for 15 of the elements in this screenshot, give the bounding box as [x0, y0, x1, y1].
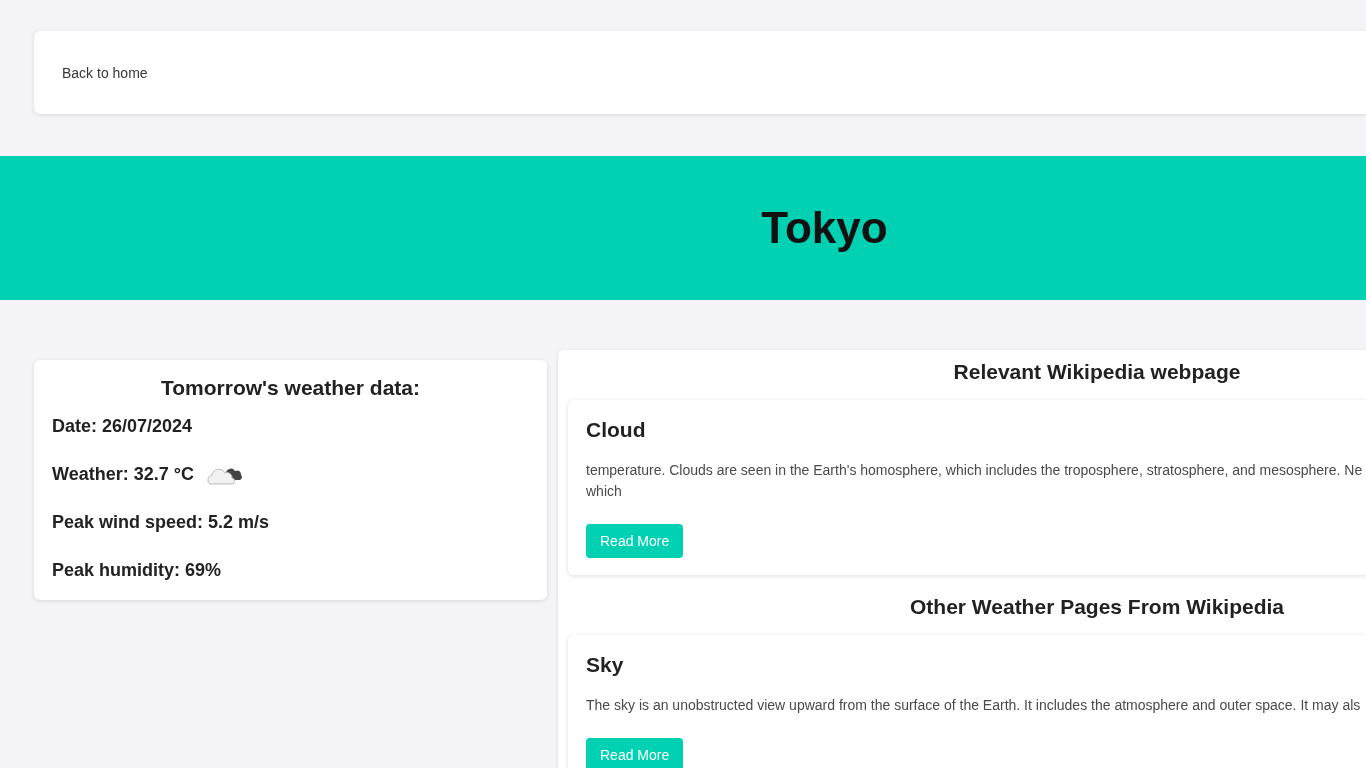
weather-info: Date: 26/07/2024 — [52, 415, 193, 437]
city-title: Tokyo — [761, 203, 888, 253]
article-summary: The sky is an unobstructed view upward from the surface of the Earth. It includes the atmosphere and outer space. It may als — [586, 696, 1362, 715]
article-title: Sky — [586, 653, 625, 677]
read-more-button[interactable]: Read More — [586, 738, 684, 768]
weather-info: Peak wind speed: 5.2 m/s — [52, 511, 270, 533]
weather-info: Weather: 32.7 °C — [52, 463, 194, 485]
article-summary: temperature. Clouds are seen in the Earth's homosphere, which includes the troposphere, stratosphere, and mesosphere. Ne which — [586, 461, 1364, 501]
section-title: Other Weather Pages From Wikipedia — [909, 595, 1285, 619]
back-link[interactable]: Back to home — [62, 64, 148, 81]
article-title: Cloud — [586, 418, 647, 442]
read-more-button[interactable]: Read More — [586, 524, 684, 558]
weather-info: Peak humidity: 69% — [52, 559, 222, 581]
section-title: Relevant Wikipedia webpage — [952, 360, 1242, 384]
weather-title: Tomorrow's weather data: — [160, 376, 421, 400]
